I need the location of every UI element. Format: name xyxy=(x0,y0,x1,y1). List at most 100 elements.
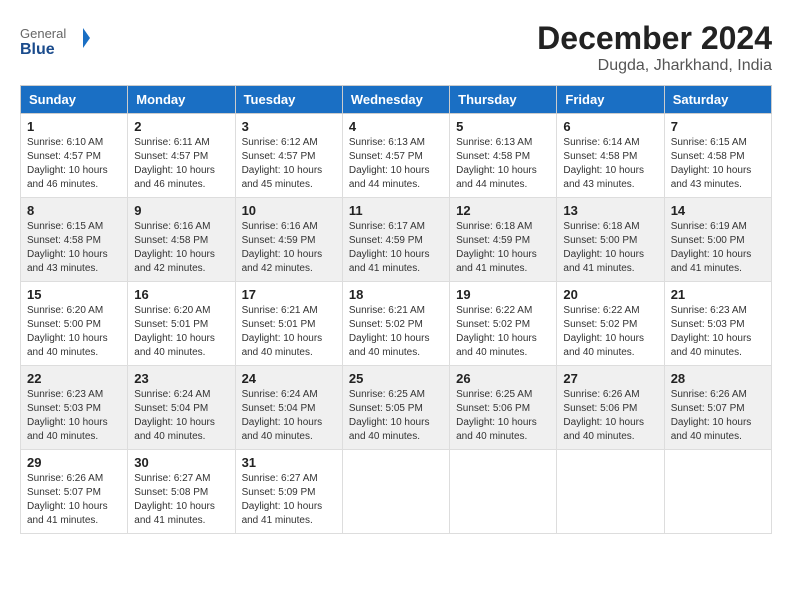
logo: General Blue xyxy=(20,20,90,65)
calendar-cell: 11 Sunrise: 6:17 AM Sunset: 4:59 PM Dayl… xyxy=(342,198,449,282)
calendar-cell: 14 Sunrise: 6:19 AM Sunset: 5:00 PM Dayl… xyxy=(664,198,771,282)
day-number: 29 xyxy=(27,455,121,470)
daylight-hours: Daylight: 10 hours and 40 minutes. xyxy=(563,417,644,442)
daylight-hours: Daylight: 10 hours and 42 minutes. xyxy=(134,249,215,274)
daylight-hours: Daylight: 10 hours and 41 minutes. xyxy=(671,249,752,274)
day-info: Sunrise: 6:20 AM Sunset: 5:00 PM Dayligh… xyxy=(27,304,121,360)
weekday-header-saturday: Saturday xyxy=(664,86,771,114)
day-number: 19 xyxy=(456,287,550,302)
sunset-time: Sunset: 5:03 PM xyxy=(27,403,101,414)
daylight-hours: Daylight: 10 hours and 41 minutes. xyxy=(27,501,108,526)
daylight-hours: Daylight: 10 hours and 40 minutes. xyxy=(671,333,752,358)
day-info: Sunrise: 6:24 AM Sunset: 5:04 PM Dayligh… xyxy=(242,388,336,444)
sunset-time: Sunset: 5:02 PM xyxy=(349,319,423,330)
svg-text:Blue: Blue xyxy=(20,41,55,58)
sunset-time: Sunset: 5:07 PM xyxy=(671,403,745,414)
calendar-week-row: 8 Sunrise: 6:15 AM Sunset: 4:58 PM Dayli… xyxy=(21,198,772,282)
calendar-cell: 4 Sunrise: 6:13 AM Sunset: 4:57 PM Dayli… xyxy=(342,114,449,198)
sunset-time: Sunset: 5:02 PM xyxy=(563,319,637,330)
daylight-hours: Daylight: 10 hours and 41 minutes. xyxy=(134,501,215,526)
sunset-time: Sunset: 4:58 PM xyxy=(456,151,530,162)
calendar-week-row: 22 Sunrise: 6:23 AM Sunset: 5:03 PM Dayl… xyxy=(21,366,772,450)
day-number: 4 xyxy=(349,119,443,134)
calendar-cell: 18 Sunrise: 6:21 AM Sunset: 5:02 PM Dayl… xyxy=(342,282,449,366)
sunset-time: Sunset: 5:09 PM xyxy=(242,487,316,498)
day-info: Sunrise: 6:15 AM Sunset: 4:58 PM Dayligh… xyxy=(27,220,121,276)
calendar-cell: 10 Sunrise: 6:16 AM Sunset: 4:59 PM Dayl… xyxy=(235,198,342,282)
daylight-hours: Daylight: 10 hours and 43 minutes. xyxy=(563,165,644,190)
sunrise-time: Sunrise: 6:21 AM xyxy=(349,305,425,316)
sunset-time: Sunset: 4:57 PM xyxy=(134,151,208,162)
calendar-cell: 15 Sunrise: 6:20 AM Sunset: 5:00 PM Dayl… xyxy=(21,282,128,366)
day-info: Sunrise: 6:16 AM Sunset: 4:58 PM Dayligh… xyxy=(134,220,228,276)
day-number: 15 xyxy=(27,287,121,302)
sunrise-time: Sunrise: 6:10 AM xyxy=(27,137,103,148)
day-number: 27 xyxy=(563,371,657,386)
sunrise-time: Sunrise: 6:25 AM xyxy=(456,389,532,400)
sunset-time: Sunset: 5:02 PM xyxy=(456,319,530,330)
calendar-week-row: 29 Sunrise: 6:26 AM Sunset: 5:07 PM Dayl… xyxy=(21,450,772,534)
calendar-cell: 22 Sunrise: 6:23 AM Sunset: 5:03 PM Dayl… xyxy=(21,366,128,450)
calendar-cell: 9 Sunrise: 6:16 AM Sunset: 4:58 PM Dayli… xyxy=(128,198,235,282)
calendar-cell: 1 Sunrise: 6:10 AM Sunset: 4:57 PM Dayli… xyxy=(21,114,128,198)
daylight-hours: Daylight: 10 hours and 44 minutes. xyxy=(349,165,430,190)
day-info: Sunrise: 6:11 AM Sunset: 4:57 PM Dayligh… xyxy=(134,136,228,192)
calendar-cell xyxy=(342,450,449,534)
daylight-hours: Daylight: 10 hours and 40 minutes. xyxy=(349,333,430,358)
day-info: Sunrise: 6:27 AM Sunset: 5:09 PM Dayligh… xyxy=(242,472,336,528)
sunset-time: Sunset: 5:05 PM xyxy=(349,403,423,414)
day-info: Sunrise: 6:23 AM Sunset: 5:03 PM Dayligh… xyxy=(27,388,121,444)
sunset-time: Sunset: 5:06 PM xyxy=(456,403,530,414)
sunrise-time: Sunrise: 6:26 AM xyxy=(671,389,747,400)
weekday-header-sunday: Sunday xyxy=(21,86,128,114)
month-title: December 2024 xyxy=(537,20,772,57)
sunset-time: Sunset: 4:57 PM xyxy=(349,151,423,162)
day-number: 26 xyxy=(456,371,550,386)
weekday-header-friday: Friday xyxy=(557,86,664,114)
sunset-time: Sunset: 5:03 PM xyxy=(671,319,745,330)
day-number: 24 xyxy=(242,371,336,386)
daylight-hours: Daylight: 10 hours and 40 minutes. xyxy=(27,333,108,358)
calendar-cell: 24 Sunrise: 6:24 AM Sunset: 5:04 PM Dayl… xyxy=(235,366,342,450)
sunset-time: Sunset: 5:00 PM xyxy=(671,235,745,246)
calendar-cell: 30 Sunrise: 6:27 AM Sunset: 5:08 PM Dayl… xyxy=(128,450,235,534)
sunrise-time: Sunrise: 6:15 AM xyxy=(671,137,747,148)
calendar-cell: 3 Sunrise: 6:12 AM Sunset: 4:57 PM Dayli… xyxy=(235,114,342,198)
calendar-cell: 5 Sunrise: 6:13 AM Sunset: 4:58 PM Dayli… xyxy=(450,114,557,198)
sunrise-time: Sunrise: 6:18 AM xyxy=(456,221,532,232)
day-info: Sunrise: 6:26 AM Sunset: 5:07 PM Dayligh… xyxy=(27,472,121,528)
sunset-time: Sunset: 5:01 PM xyxy=(242,319,316,330)
sunrise-time: Sunrise: 6:13 AM xyxy=(456,137,532,148)
calendar-cell: 6 Sunrise: 6:14 AM Sunset: 4:58 PM Dayli… xyxy=(557,114,664,198)
calendar-cell: 17 Sunrise: 6:21 AM Sunset: 5:01 PM Dayl… xyxy=(235,282,342,366)
daylight-hours: Daylight: 10 hours and 41 minutes. xyxy=(563,249,644,274)
day-number: 21 xyxy=(671,287,765,302)
sunrise-time: Sunrise: 6:15 AM xyxy=(27,221,103,232)
calendar-cell: 26 Sunrise: 6:25 AM Sunset: 5:06 PM Dayl… xyxy=(450,366,557,450)
day-number: 25 xyxy=(349,371,443,386)
day-number: 9 xyxy=(134,203,228,218)
daylight-hours: Daylight: 10 hours and 43 minutes. xyxy=(27,249,108,274)
day-number: 1 xyxy=(27,119,121,134)
daylight-hours: Daylight: 10 hours and 43 minutes. xyxy=(671,165,752,190)
day-number: 17 xyxy=(242,287,336,302)
sunset-time: Sunset: 4:59 PM xyxy=(456,235,530,246)
daylight-hours: Daylight: 10 hours and 41 minutes. xyxy=(456,249,537,274)
calendar-cell: 20 Sunrise: 6:22 AM Sunset: 5:02 PM Dayl… xyxy=(557,282,664,366)
day-number: 14 xyxy=(671,203,765,218)
sunrise-time: Sunrise: 6:16 AM xyxy=(134,221,210,232)
sunrise-time: Sunrise: 6:26 AM xyxy=(563,389,639,400)
calendar-cell: 16 Sunrise: 6:20 AM Sunset: 5:01 PM Dayl… xyxy=(128,282,235,366)
daylight-hours: Daylight: 10 hours and 40 minutes. xyxy=(671,417,752,442)
sunrise-time: Sunrise: 6:23 AM xyxy=(27,389,103,400)
day-number: 31 xyxy=(242,455,336,470)
day-number: 20 xyxy=(563,287,657,302)
sunrise-time: Sunrise: 6:21 AM xyxy=(242,305,318,316)
sunrise-time: Sunrise: 6:24 AM xyxy=(134,389,210,400)
sunset-time: Sunset: 5:04 PM xyxy=(134,403,208,414)
day-info: Sunrise: 6:16 AM Sunset: 4:59 PM Dayligh… xyxy=(242,220,336,276)
calendar-cell: 19 Sunrise: 6:22 AM Sunset: 5:02 PM Dayl… xyxy=(450,282,557,366)
day-info: Sunrise: 6:20 AM Sunset: 5:01 PM Dayligh… xyxy=(134,304,228,360)
daylight-hours: Daylight: 10 hours and 44 minutes. xyxy=(456,165,537,190)
sunrise-time: Sunrise: 6:24 AM xyxy=(242,389,318,400)
